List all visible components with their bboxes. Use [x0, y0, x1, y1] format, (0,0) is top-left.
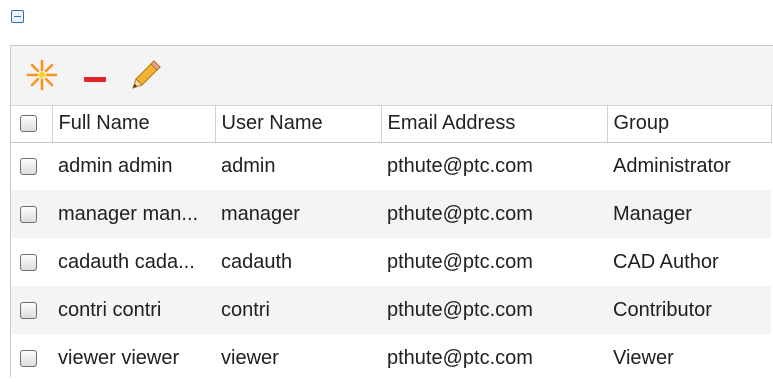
users-panel: Full Name User Name Email Address Group … — [10, 45, 773, 377]
full-name-cell: viewer viewer — [58, 346, 180, 369]
user-name-cell: cadauth — [221, 250, 293, 273]
email-cell: pthute@ptc.com — [387, 250, 533, 273]
starburst-new-icon — [26, 59, 58, 91]
group-cell: Viewer — [613, 346, 674, 369]
row-checkbox[interactable] — [20, 253, 37, 271]
table-toolbar — [11, 46, 773, 106]
row-select-cell — [11, 334, 52, 382]
group-cell: Manager — [613, 202, 692, 225]
email-cell: pthute@ptc.com — [387, 346, 533, 369]
row-select-cell — [11, 286, 52, 334]
edit-user-button[interactable] — [129, 58, 163, 92]
group-cell: CAD Author — [613, 250, 719, 273]
column-header-full-name[interactable]: Full Name — [52, 106, 216, 143]
table-row[interactable]: contri contri contri pthute@ptc.com Cont… — [11, 286, 771, 334]
full-name-cell: contri contri — [58, 298, 162, 321]
user-name-cell: manager — [221, 202, 300, 225]
row-checkbox[interactable] — [20, 205, 37, 223]
user-name-cell: viewer — [221, 346, 279, 369]
table-header-row: Full Name User Name Email Address Group — [11, 106, 772, 143]
table-row[interactable]: viewer viewer viewer pthute@ptc.com View… — [11, 334, 771, 382]
column-header-user-name[interactable]: User Name — [215, 106, 382, 143]
row-checkbox[interactable] — [20, 349, 37, 367]
user-name-cell: admin — [221, 154, 276, 177]
select-all-cell — [11, 106, 53, 143]
row-select-cell — [11, 190, 52, 238]
column-header-email[interactable]: Email Address — [381, 106, 608, 143]
full-name-cell: manager man... — [58, 202, 199, 225]
column-header-group[interactable]: Group — [607, 106, 772, 143]
row-select-cell — [11, 238, 52, 286]
minus-remove-icon — [84, 77, 106, 82]
table-row[interactable]: manager man... manager pthute@ptc.com Ma… — [11, 190, 771, 238]
pencil-edit-icon — [132, 60, 161, 89]
email-cell: pthute@ptc.com — [387, 154, 533, 177]
row-checkbox[interactable] — [20, 301, 37, 319]
email-cell: pthute@ptc.com — [387, 298, 533, 321]
row-checkbox[interactable] — [20, 157, 37, 175]
collapse-toggle-icon[interactable] — [11, 10, 24, 23]
full-name-cell: cadauth cada... — [58, 250, 195, 273]
table-row[interactable]: cadauth cada... cadauth pthute@ptc.com C… — [11, 238, 771, 286]
group-cell: Contributor — [613, 298, 712, 321]
users-table: Full Name User Name Email Address Group … — [11, 106, 772, 382]
group-cell: Administrator — [613, 154, 731, 177]
row-select-cell — [11, 142, 52, 190]
user-name-cell: contri — [221, 298, 270, 321]
email-cell: pthute@ptc.com — [387, 202, 533, 225]
new-user-button[interactable] — [25, 58, 59, 92]
full-name-cell: admin admin — [58, 154, 173, 177]
table-row[interactable]: admin admin admin pthute@ptc.com Adminis… — [11, 142, 771, 190]
select-all-checkbox[interactable] — [20, 115, 37, 133]
remove-user-button[interactable] — [81, 58, 115, 92]
